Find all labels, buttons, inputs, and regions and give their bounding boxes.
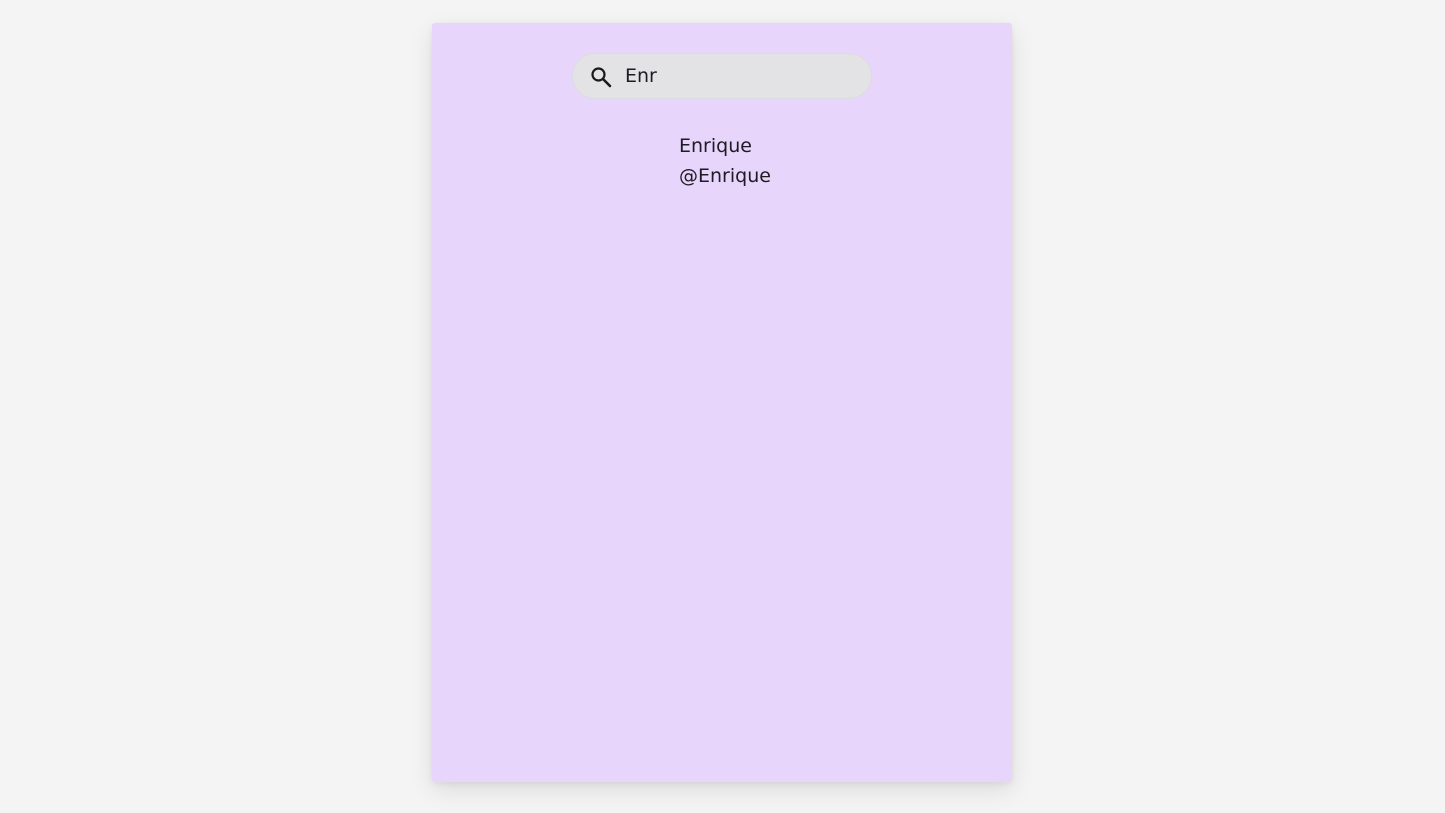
search-bar[interactable]	[572, 53, 872, 99]
result-name: Enrique	[679, 135, 752, 157]
result-handle: @Enrique	[679, 165, 771, 187]
search-panel: Enrique @Enrique	[432, 23, 1012, 782]
search-icon	[591, 67, 612, 88]
search-result-item[interactable]: Enrique @Enrique	[679, 131, 799, 191]
search-input[interactable]	[625, 54, 855, 98]
